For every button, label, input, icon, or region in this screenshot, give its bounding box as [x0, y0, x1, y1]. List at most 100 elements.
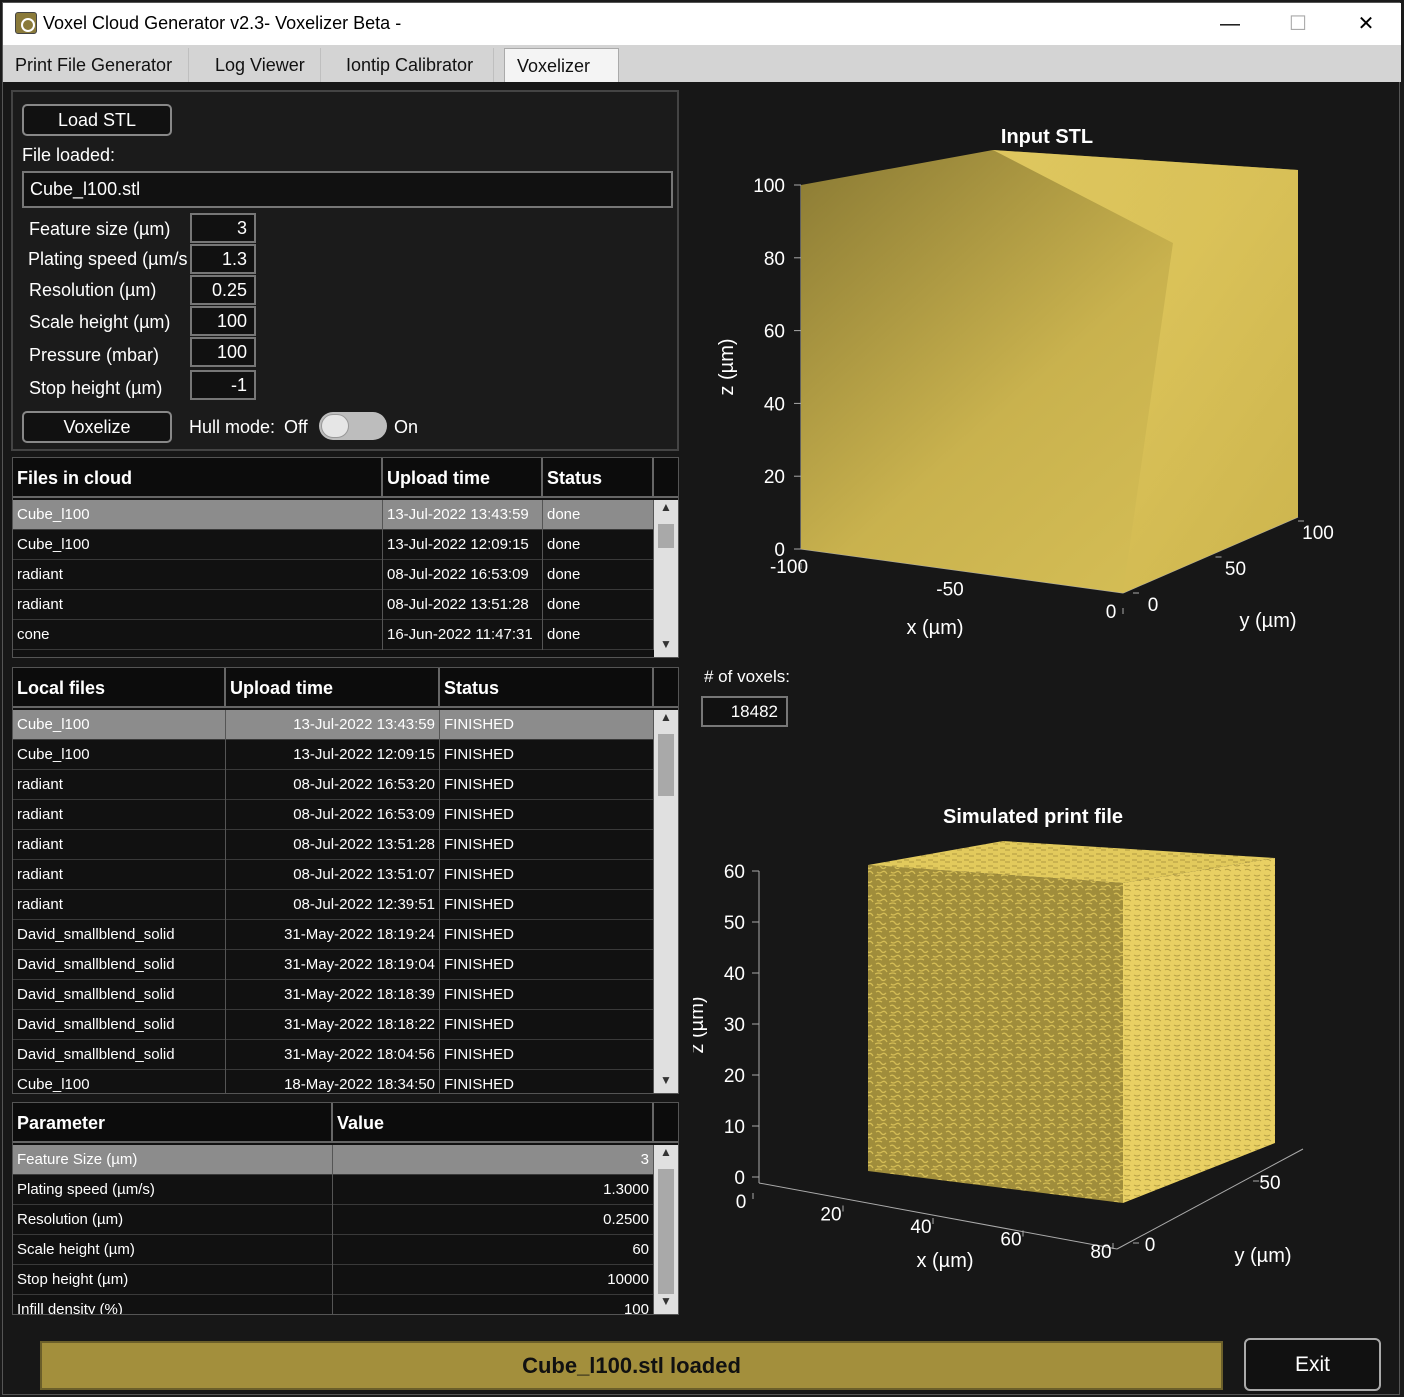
scroll-thumb[interactable]: [658, 524, 674, 548]
stop-height-input[interactable]: -1: [190, 370, 256, 400]
table-cell: FINISHED: [440, 800, 654, 830]
x-axis-tick-label: -100: [770, 557, 808, 578]
tab-bar: Print File Generator Log Viewer Iontip C…: [3, 45, 1401, 82]
cloud-table-row[interactable]: radiant 08-Jul-2022 16:53:09 done: [13, 560, 654, 590]
table-cell: 31-May-2022 18:19:04: [226, 950, 440, 980]
exit-button[interactable]: Exit: [1244, 1338, 1381, 1391]
local-table-row[interactable]: David_smallblend_solid 31-May-2022 18:04:…: [13, 1040, 654, 1070]
cloud-table-row[interactable]: radiant 08-Jul-2022 13:51:28 done: [13, 590, 654, 620]
param-table-row[interactable]: Feature Size (µm) 3: [13, 1145, 654, 1175]
col-value[interactable]: Value: [333, 1103, 654, 1143]
scale-height-label: Scale height (µm): [29, 312, 171, 332]
local-table-row[interactable]: Cube_l100 13-Jul-2022 12:09:15 FINISHED: [13, 740, 654, 770]
parameter-table[interactable]: Parameter Value ▲ ▼ Feature Size (µm) 3 Pl…: [12, 1102, 679, 1315]
load-stl-button[interactable]: Load STL: [22, 104, 172, 136]
scroll-up-arrow-icon[interactable]: ▲: [654, 1145, 678, 1165]
local-table-scrollbar[interactable]: ▲ ▼: [654, 710, 678, 1093]
local-table-row[interactable]: radiant 08-Jul-2022 13:51:28 FINISHED: [13, 830, 654, 860]
plating-speed-input[interactable]: 1.3: [190, 244, 256, 274]
chart-title: Simulated print file: [943, 806, 1123, 828]
col-status[interactable]: Status: [440, 668, 654, 708]
local-table-row[interactable]: David_smallblend_solid 31-May-2022 18:19:…: [13, 920, 654, 950]
local-table-row[interactable]: David_smallblend_solid 31-May-2022 18:18:…: [13, 1010, 654, 1040]
table-cell: FINISHED: [440, 860, 654, 890]
tab-voxelizer[interactable]: Voxelizer: [504, 48, 619, 82]
local-table-row[interactable]: radiant 08-Jul-2022 16:53:09 FINISHED: [13, 800, 654, 830]
table-cell: 31-May-2022 18:18:22: [226, 1010, 440, 1040]
col-parameter[interactable]: Parameter: [13, 1103, 333, 1143]
table-cell: FINISHED: [440, 710, 654, 740]
tab-log-viewer[interactable]: Log Viewer: [203, 48, 321, 82]
table-cell: done: [543, 560, 654, 590]
local-table-row[interactable]: Cube_l100 13-Jul-2022 13:43:59 FINISHED: [13, 710, 654, 740]
y-axis-tick-label: 100: [1302, 523, 1334, 544]
hull-mode-toggle[interactable]: [319, 412, 387, 440]
minimize-button[interactable]: —: [1195, 3, 1265, 45]
z-axis-label: z (µm): [716, 338, 738, 395]
cloud-table-scrollbar[interactable]: ▲ ▼: [654, 500, 678, 657]
scroll-thumb[interactable]: [658, 1169, 674, 1294]
param-table-scrollbar[interactable]: ▲ ▼: [654, 1145, 678, 1314]
y-axis-label: y (µm): [1234, 1245, 1291, 1267]
cloud-files-table[interactable]: Files in cloud Upload time Status ▲ ▼ Cu…: [12, 457, 679, 658]
param-table-row[interactable]: Stop height (µm) 10000: [13, 1265, 654, 1295]
scroll-up-arrow-icon[interactable]: ▲: [654, 710, 678, 730]
local-table-row[interactable]: David_smallblend_solid 31-May-2022 18:18:…: [13, 980, 654, 1010]
table-cell: Plating speed (µm/s): [13, 1175, 333, 1205]
z-axis-tick-label: 30: [724, 1015, 745, 1036]
tab-iontip-calibrator[interactable]: Iontip Calibrator: [334, 48, 494, 82]
local-files-table[interactable]: Local files Upload time Status ▲ ▼ Cube_…: [12, 667, 679, 1094]
param-table-row[interactable]: Resolution (µm) 0.2500: [13, 1205, 654, 1235]
z-axis-tick-label: 60: [764, 322, 785, 343]
table-cell: 13-Jul-2022 13:43:59: [226, 710, 440, 740]
app-window: Voxel Cloud Generator v2.3- Voxelizer Be…: [2, 2, 1401, 1395]
table-cell: FINISHED: [440, 920, 654, 950]
scroll-down-arrow-icon[interactable]: ▼: [654, 637, 678, 657]
param-table-row[interactable]: Infill density (%) 100: [13, 1295, 654, 1314]
col-local-files[interactable]: Local files: [13, 668, 226, 708]
cloud-table-row[interactable]: Cube_l100 13-Jul-2022 13:43:59 done: [13, 500, 654, 530]
local-table-row[interactable]: David_smallblend_solid 31-May-2022 18:19:…: [13, 950, 654, 980]
local-table-row[interactable]: Cube_l100 18-May-2022 18:34:50 FINISHED: [13, 1070, 654, 1093]
close-button[interactable]: ✕: [1331, 3, 1401, 45]
param-table-row[interactable]: Scale height (µm) 60: [13, 1235, 654, 1265]
col-status[interactable]: Status: [543, 458, 654, 498]
table-cell: cone: [13, 620, 383, 650]
scale-height-input[interactable]: 100: [190, 306, 256, 336]
table-cell: 31-May-2022 18:18:39: [226, 980, 440, 1010]
local-table-row[interactable]: radiant 08-Jul-2022 13:51:07 FINISHED: [13, 860, 654, 890]
table-cell: 08-Jul-2022 16:53:09: [383, 560, 543, 590]
table-cell: radiant: [13, 830, 226, 860]
y-axis-label: y (µm): [1239, 610, 1296, 632]
local-table-row[interactable]: radiant 08-Jul-2022 12:39:51 FINISHED: [13, 890, 654, 920]
file-loaded-field[interactable]: Cube_l100.stl: [22, 171, 673, 208]
pressure-input[interactable]: 100: [190, 337, 256, 367]
input-stl-chart[interactable]: Input STL 020406080100-100-500 050100 z (…: [703, 103, 1363, 648]
cloud-table-row[interactable]: Cube_l100 13-Jul-2022 12:09:15 done: [13, 530, 654, 560]
scroll-up-arrow-icon[interactable]: ▲: [654, 500, 678, 520]
title-bar: Voxel Cloud Generator v2.3- Voxelizer Be…: [3, 3, 1401, 45]
status-bar: Cube_l100.stl loaded: [40, 1341, 1223, 1390]
cloud-table-header: Files in cloud Upload time Status: [13, 458, 678, 498]
table-cell: 08-Jul-2022 16:53:20: [226, 770, 440, 800]
col-upload-time[interactable]: Upload time: [383, 458, 543, 498]
cloud-table-row[interactable]: cone 16-Jun-2022 11:47:31 done: [13, 620, 654, 650]
scroll-down-arrow-icon[interactable]: ▼: [654, 1294, 678, 1314]
table-cell: David_smallblend_solid: [13, 950, 226, 980]
col-upload-time[interactable]: Upload time: [226, 668, 440, 708]
local-table-row[interactable]: radiant 08-Jul-2022 16:53:20 FINISHED: [13, 770, 654, 800]
maximize-button[interactable]: ☐: [1263, 3, 1333, 45]
tab-print-file-generator[interactable]: Print File Generator: [3, 48, 189, 82]
z-axis-tick-label: 50: [724, 913, 745, 934]
hull-on-label: On: [394, 417, 419, 437]
simulated-print-chart[interactable]: Simulated print file 0 10 20 30 40 50 60 0 20 40 6…: [693, 793, 1333, 1283]
scroll-thumb[interactable]: [658, 734, 674, 796]
feature-size-input[interactable]: 3: [190, 213, 256, 243]
resolution-input[interactable]: 0.25: [190, 275, 256, 305]
scroll-down-arrow-icon[interactable]: ▼: [654, 1073, 678, 1093]
table-cell: Cube_l100: [13, 710, 226, 740]
param-table-row[interactable]: Plating speed (µm/s) 1.3000: [13, 1175, 654, 1205]
voxelize-button[interactable]: Voxelize: [22, 411, 172, 443]
col-files-in-cloud[interactable]: Files in cloud: [13, 458, 383, 498]
toggle-knob: [321, 414, 349, 438]
